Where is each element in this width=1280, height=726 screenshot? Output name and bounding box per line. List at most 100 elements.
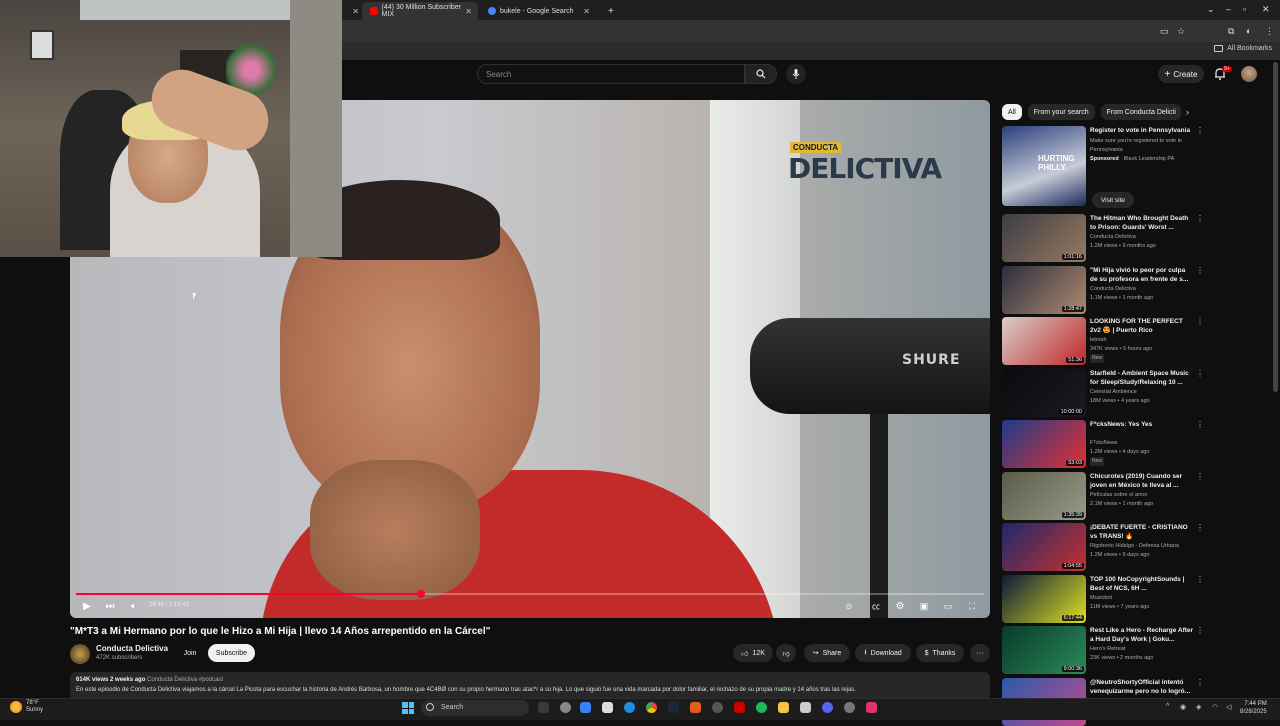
video-thumbnail[interactable]: 1:28:47 xyxy=(1002,266,1086,314)
autoplay-toggle-icon[interactable]: ⊙ xyxy=(842,600,856,612)
app-icon-1[interactable] xyxy=(560,702,571,713)
more-options-icon[interactable]: ⋮ xyxy=(1196,420,1204,429)
all-bookmarks[interactable]: All Bookmarks xyxy=(1214,45,1272,52)
more-options-icon[interactable]: ⋮ xyxy=(1196,523,1204,532)
recommended-video[interactable]: 53:03 F*cksNews: Yes Yes F*cksNews 1.2M vie… xyxy=(1002,420,1272,468)
video-thumbnail[interactable]: 6:17:44 xyxy=(1002,575,1086,623)
subscribe-button[interactable]: Subscribe xyxy=(208,644,255,662)
close-tab-icon[interactable]: ✕ xyxy=(465,7,472,16)
store-icon[interactable] xyxy=(602,702,613,713)
more-options-icon[interactable]: ⋮ xyxy=(1196,126,1204,135)
fullscreen-icon[interactable]: ⛶ xyxy=(965,600,979,612)
description-tags[interactable]: Conducta Delictiva #podcast xyxy=(147,677,223,683)
tab-google-search[interactable]: bukele - Google Search ✕ xyxy=(480,2,596,20)
recommended-video[interactable]: 1:28:47 "Mi Hija vivió lo peor por culpa … xyxy=(1002,266,1272,314)
recommended-title[interactable]: The Hitman Who Brought Death to Prison: … xyxy=(1090,214,1194,232)
wifi-icon[interactable]: ◠ xyxy=(1212,703,1218,711)
theater-mode-icon[interactable]: ▭ xyxy=(941,600,955,612)
recommended-channel[interactable]: Celestial Ambience xyxy=(1090,388,1200,397)
video-thumbnail[interactable]: 1:01:16 xyxy=(1002,214,1086,262)
app-icon-6[interactable] xyxy=(800,702,811,713)
recommended-video[interactable]: 1:35:39 Chicurotes (2019) Cuando ser jove… xyxy=(1002,472,1272,520)
recommended-video[interactable]: 9:00:36 Rest Like a Hero - Recharge After… xyxy=(1002,626,1272,674)
recommended-channel[interactable]: lebriah xyxy=(1090,336,1200,345)
create-button[interactable]: + Create xyxy=(1158,65,1204,83)
cast-icon[interactable]: ▭ xyxy=(1160,26,1169,37)
bookmark-star-icon[interactable]: ☆ xyxy=(1177,26,1185,37)
video-thumbnail[interactable]: 1:35:39 xyxy=(1002,472,1086,520)
more-options-icon[interactable]: ⋮ xyxy=(1196,626,1204,635)
app-icon-5[interactable] xyxy=(734,702,745,713)
more-options-icon[interactable]: ⋮ xyxy=(1196,472,1204,481)
spotify-icon[interactable] xyxy=(756,702,767,713)
task-view-icon[interactable] xyxy=(538,702,549,713)
recommended-title[interactable]: ¡DEBATE FUERTE - CRISTIANO vs TRANS! 🔥 xyxy=(1090,523,1194,541)
menu-icon[interactable]: ⋮ xyxy=(1265,26,1274,37)
weather-widget[interactable]: 78°F Sunny xyxy=(10,700,43,714)
recommended-video[interactable]: 51:36 LOOKING FOR THE PERFECT 2v2 😍 | Pue… xyxy=(1002,317,1272,365)
windows-start-icon[interactable] xyxy=(402,702,414,714)
maximize-icon[interactable]: ▫ xyxy=(1243,4,1246,14)
join-button[interactable]: Join xyxy=(178,644,202,662)
close-tab-prev[interactable]: ✕ xyxy=(345,2,361,20)
volume-icon[interactable]: 🔈︎ xyxy=(128,600,140,612)
recommended-title[interactable]: F*cksNews: Yes Yes xyxy=(1090,420,1194,429)
video-thumbnail[interactable]: 53:03 xyxy=(1002,420,1086,468)
close-window-icon[interactable]: ✕ xyxy=(1262,4,1270,15)
channel-avatar[interactable] xyxy=(70,644,90,664)
more-options-icon[interactable]: ⋮ xyxy=(1196,317,1204,326)
settings-icon[interactable] xyxy=(844,702,855,713)
edge-icon[interactable] xyxy=(624,702,635,713)
more-actions-button[interactable]: ··· xyxy=(970,644,990,662)
recommended-video[interactable]: 6:17:44 TOP 100 NoCopyrightSounds | Best … xyxy=(1002,575,1272,623)
video-description[interactable]: 614K views 2 weeks ago Conducta Delictiv… xyxy=(70,672,990,700)
recommended-channel[interactable]: Conducta Delictiva xyxy=(1090,285,1200,294)
more-options-icon[interactable]: ⋮ xyxy=(1196,266,1204,275)
close-tab-icon[interactable]: ✕ xyxy=(583,7,590,16)
app-icon-7[interactable] xyxy=(866,702,877,713)
speaker-icon[interactable]: ◁ xyxy=(1226,703,1231,711)
recommended-channel[interactable]: Hero's Retreat xyxy=(1090,645,1200,654)
share-button[interactable]: ↪ Share xyxy=(804,644,850,662)
download-button[interactable]: ⭳ Download xyxy=(855,644,911,662)
recommended-channel[interactable]: Conducta Delictiva xyxy=(1090,233,1200,242)
taskbar-search[interactable]: Search xyxy=(421,700,529,716)
search-button[interactable] xyxy=(745,64,777,84)
play-icon[interactable]: ▶ xyxy=(81,600,93,612)
tray-app-icon-2[interactable]: ◈ xyxy=(1196,703,1201,711)
video-progress-scrubber[interactable] xyxy=(417,590,425,598)
recommended-video[interactable]: 1:04:55 ¡DEBATE FUERTE - CRISTIANO vs TRA… xyxy=(1002,523,1272,571)
next-video-icon[interactable]: ⏭ xyxy=(104,600,116,612)
profile-icon[interactable]: ◐ xyxy=(1246,26,1251,36)
voice-search-button[interactable] xyxy=(786,64,806,84)
recommended-channel[interactable]: F*cksNews xyxy=(1090,439,1200,448)
page-scrollbar[interactable] xyxy=(1273,62,1278,392)
recommended-title[interactable]: Rest Like a Hero - Recharge After a Hard… xyxy=(1090,626,1194,644)
settings-gear-icon[interactable]: ⚙ xyxy=(893,600,907,612)
recommended-title[interactable]: "Mi Hija vivió lo peor por culpa de su p… xyxy=(1090,266,1194,284)
steam-icon[interactable] xyxy=(668,702,679,713)
video-thumbnail[interactable]: 1:04:55 xyxy=(1002,523,1086,571)
dislike-button[interactable]: 👎︎ xyxy=(776,644,796,662)
chrome-icon[interactable] xyxy=(646,702,657,713)
file-explorer-icon[interactable] xyxy=(778,702,789,713)
app-icon-3[interactable] xyxy=(690,702,701,713)
tray-chevron-icon[interactable]: ^ xyxy=(1166,703,1169,710)
visit-site-button[interactable]: Visit site xyxy=(1092,192,1134,208)
search-input[interactable]: Search xyxy=(477,64,745,84)
recommended-title[interactable]: Starfield - Ambient Space Music for Slee… xyxy=(1090,369,1194,387)
captions-icon[interactable]: ㏄ xyxy=(869,600,883,612)
tab-search-icon[interactable]: ⌄ xyxy=(1207,4,1215,15)
more-options-icon[interactable]: ⋮ xyxy=(1196,575,1204,584)
recommended-title[interactable]: @NeutroShortyOfficial intentó venequizar… xyxy=(1090,678,1194,696)
video-thumbnail[interactable]: 9:00:36 xyxy=(1002,626,1086,674)
recommended-channel[interactable]: Películas sobre el amor xyxy=(1090,491,1200,500)
channel-name[interactable]: Conducta Delictiva xyxy=(96,644,168,653)
recommended-title[interactable]: Chicurotes (2019) Cuando ser joven en Mé… xyxy=(1090,472,1194,490)
more-options-icon[interactable]: ⋮ xyxy=(1196,214,1204,223)
recommended-video[interactable]: 1:01:16 The Hitman Who Brought Death to P… xyxy=(1002,214,1272,262)
tab-youtube[interactable]: (44) 30 Million Subscriber MIX ✕ xyxy=(362,2,478,20)
chip-from-channel[interactable]: From Conducta Delicti xyxy=(1100,104,1181,120)
account-avatar[interactable] xyxy=(1241,66,1257,82)
recommended-title[interactable]: TOP 100 NoCopyrightSounds | Best of NCS,… xyxy=(1090,575,1194,593)
